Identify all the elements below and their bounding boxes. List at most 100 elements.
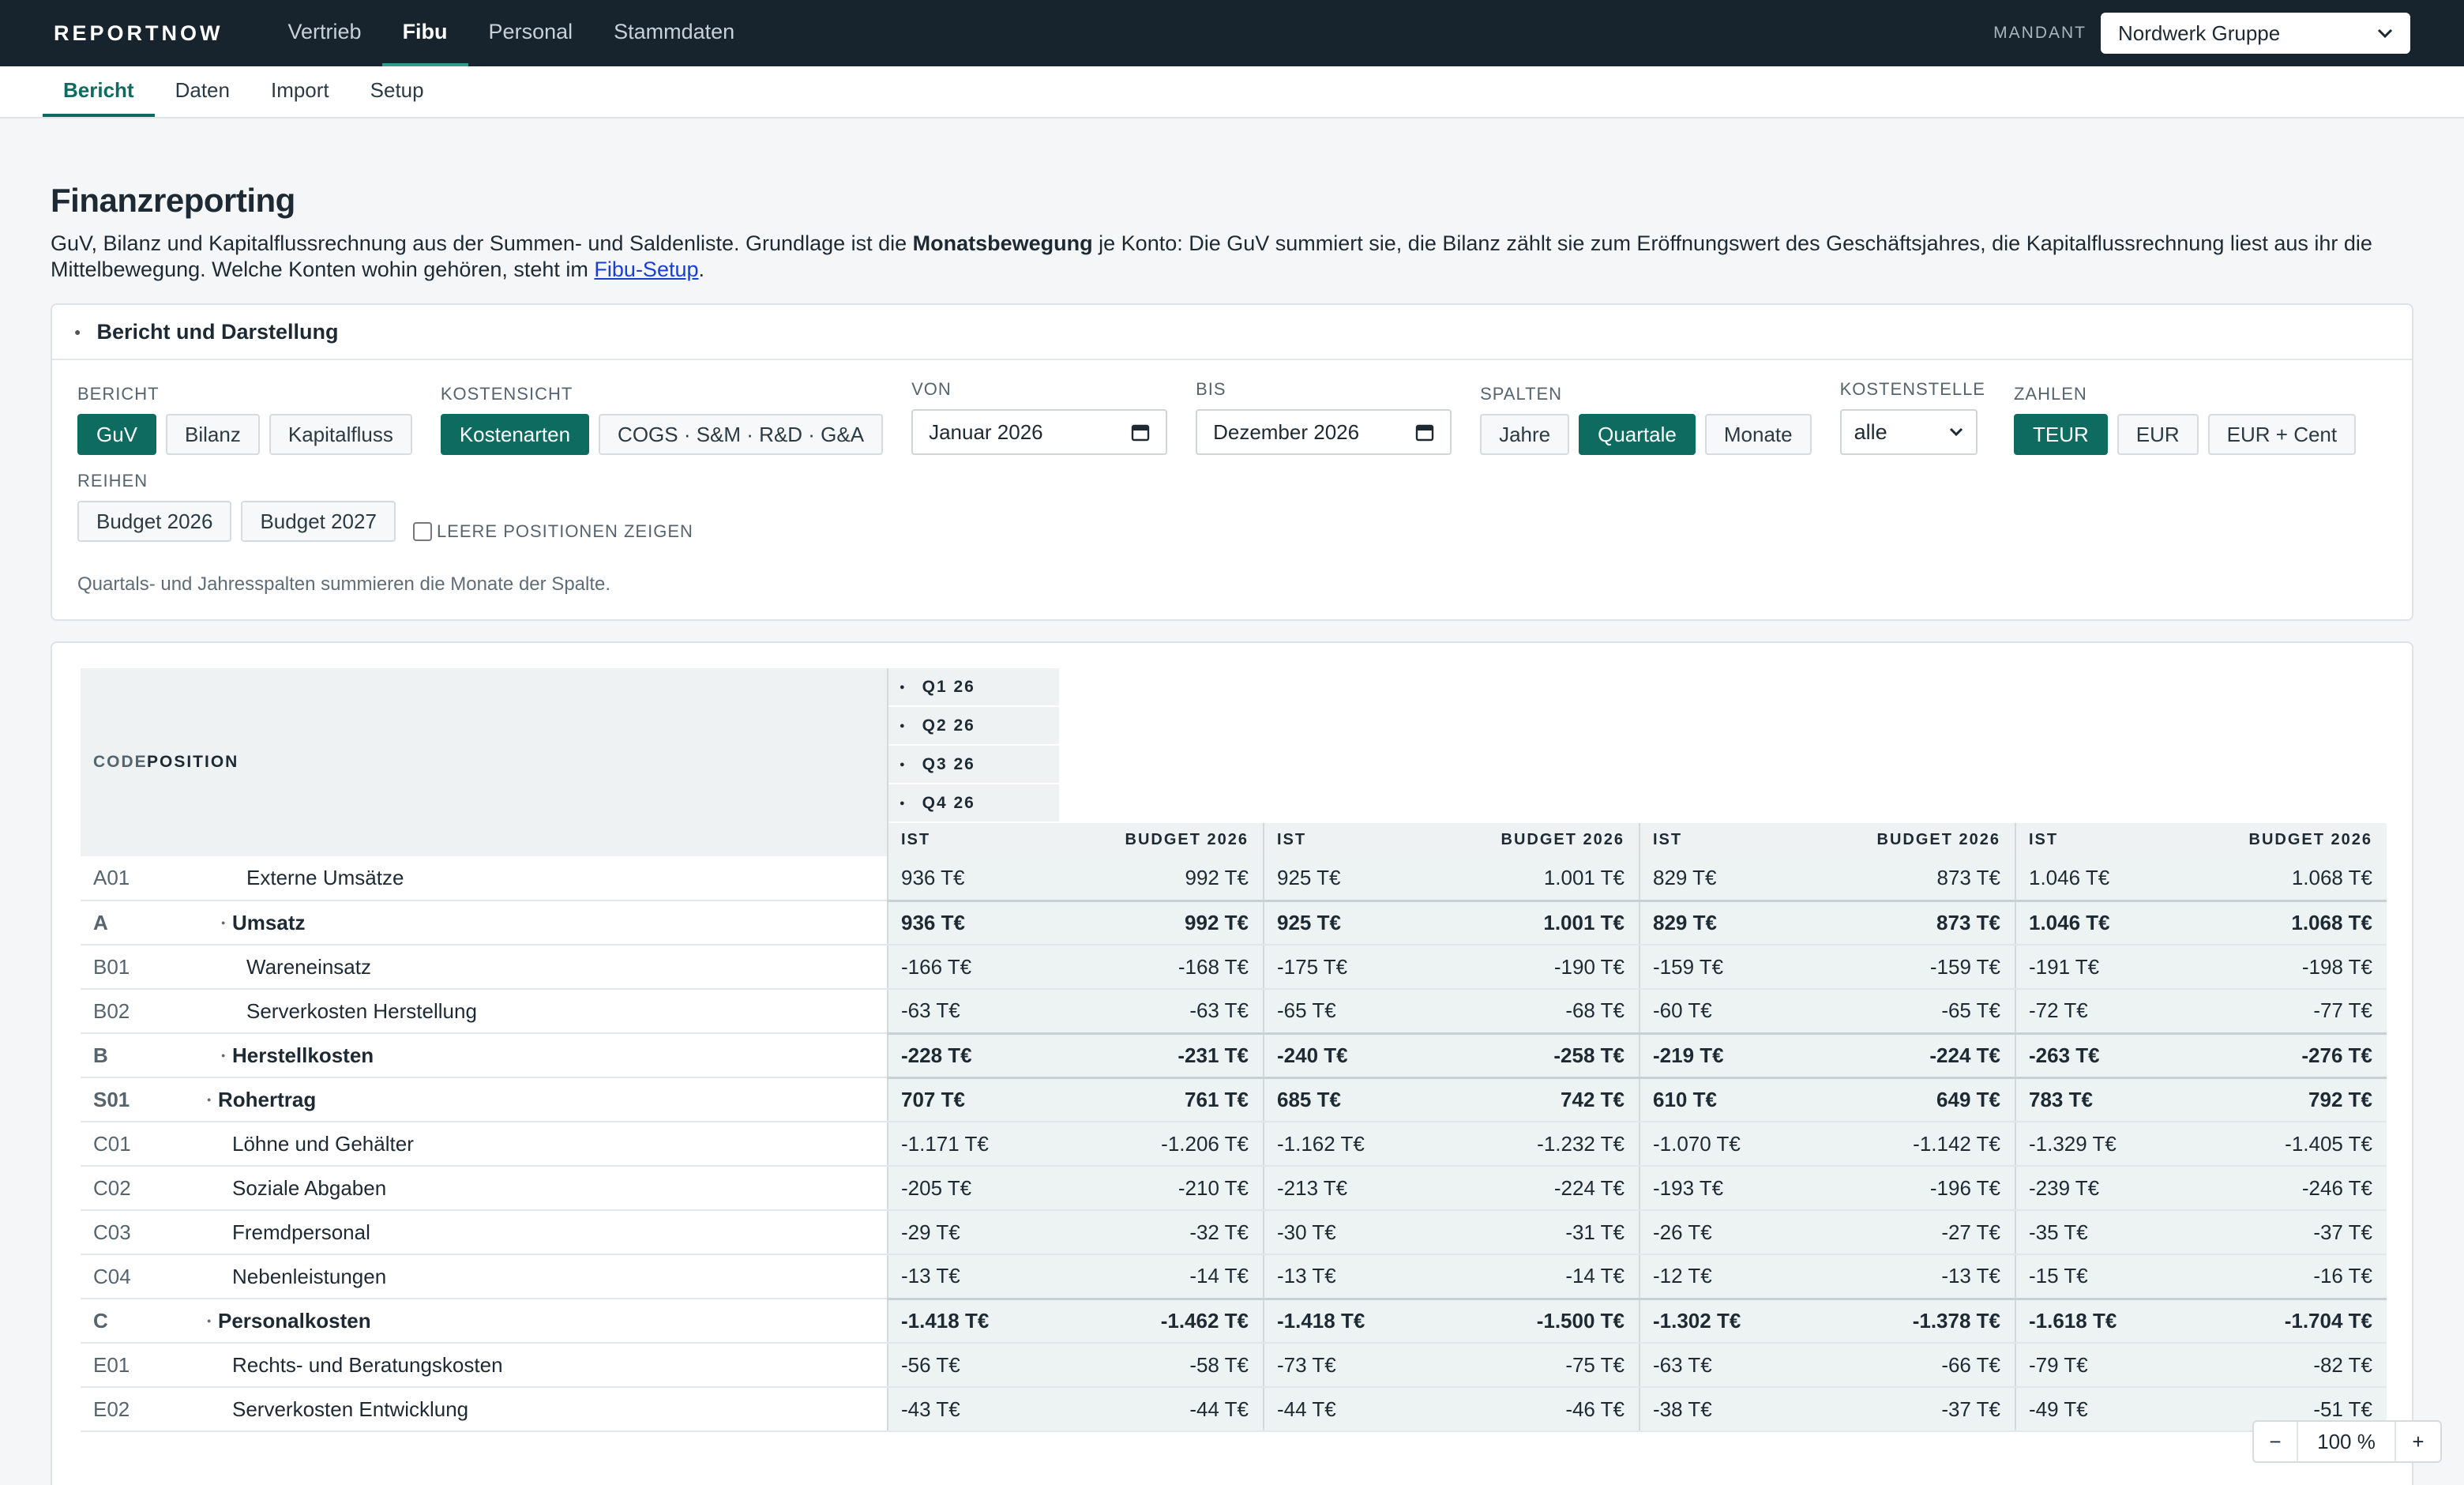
table-row[interactable]: E02 Serverkosten Entwicklung -43 T€ -44 T€ -… (81, 1387, 2387, 1432)
row-position: ● Herstellkosten (147, 1033, 888, 1078)
ist-value: -79 T€ (2015, 1343, 2186, 1388)
table-row[interactable]: B02 Serverkosten Herstellung -63 T€ -63 T€ -… (81, 989, 2387, 1034)
bis-month-input[interactable]: Dezember 2026 (1196, 409, 1452, 455)
filter-bis: BIS Dezember 2026 (1196, 379, 1452, 455)
chevron-down-icon (2377, 28, 2393, 39)
collapse-icon[interactable]: ● (207, 1096, 211, 1103)
calendar-icon[interactable] (1415, 423, 1434, 442)
table-row[interactable]: C ● Personalkosten -1.418 T€ -1.462 T€ -1.418… (81, 1297, 2387, 1344)
spalten-label: SPALTEN (1480, 384, 1563, 404)
row-code: C02 (81, 1166, 147, 1211)
col-code-header[interactable]: CODE (81, 668, 147, 856)
table-row[interactable]: A01 Externe Umsätze 936 T€ 992 T€ 925 T€ 1.00… (81, 856, 2387, 901)
quarter-header-q2[interactable]: ● Q2 26 (888, 707, 1059, 746)
table-row[interactable]: E01 Rechts- und Beratungskosten -56 T€ -58 … (81, 1343, 2387, 1388)
ist-value: -239 T€ (2015, 1166, 2186, 1211)
collapse-icon[interactable]: ● (74, 325, 81, 338)
von-value: Januar 2026 (929, 419, 1043, 444)
ist-value: -38 T€ (1639, 1387, 1810, 1432)
topnav-fibu[interactable]: Fibu (381, 0, 468, 66)
subnav-daten[interactable]: Daten (155, 66, 250, 117)
ist-value: 925 T€ (1263, 899, 1434, 946)
header-spacer (1264, 668, 2387, 823)
quarter-header-q4[interactable]: ● Q4 26 (888, 784, 1059, 823)
collapse-icon[interactable]: ● (207, 1317, 211, 1325)
budget-value: -1.142 T€ (1810, 1122, 2015, 1167)
row-label: Personalkosten (218, 1308, 371, 1333)
budget-value: -231 T€ (1058, 1032, 1264, 1078)
zahlen-eur-cent-button[interactable]: EUR + Cent (2207, 414, 2357, 455)
col-position-header[interactable]: POSITION (147, 668, 888, 856)
budget-value: -31 T€ (1434, 1210, 1640, 1255)
spalten-monate-button[interactable]: Monate (1704, 414, 1812, 455)
ist-value: -213 T€ (1263, 1166, 1434, 1211)
zahlen-teur-button[interactable]: TEUR (2013, 414, 2108, 455)
kostenarten-button[interactable]: Kostenarten (440, 414, 590, 455)
top-bar: REPORTNOW Vertrieb Fibu Personal Stammda… (0, 0, 2464, 66)
leere-positionen-checkbox[interactable]: LEERE POSITIONEN ZEIGEN (412, 521, 693, 542)
mandant-selector: MANDANT Nordwerk Gruppe (1993, 13, 2410, 54)
filter-von: VON Januar 2026 (911, 379, 1168, 455)
table-row[interactable]: S01 ● Rohertrag 707 T€ 761 T€ 685 T€ 742 T€ 610… (81, 1076, 2387, 1122)
budget-value: 992 T€ (1058, 856, 1264, 901)
quarter-header-q3[interactable]: ● Q3 26 (888, 746, 1059, 784)
bericht-kapitalfluss-button[interactable]: Kapitalfluss (269, 414, 412, 455)
funktionskosten-button[interactable]: COGS · S&M · R&D · G&A (599, 414, 884, 455)
budget-value: -1.405 T€ (2186, 1122, 2387, 1167)
reihen-budget-2026-button[interactable]: Budget 2026 (77, 501, 232, 542)
reihen-budget-2027-button[interactable]: Budget 2027 (241, 501, 396, 542)
ist-value: -43 T€ (887, 1387, 1058, 1432)
zahlen-eur-button[interactable]: EUR (2117, 414, 2199, 455)
von-month-input[interactable]: Januar 2026 (911, 409, 1168, 455)
spalten-quartale-button[interactable]: Quartale (1579, 414, 1696, 455)
zoom-out-button[interactable]: − (2254, 1422, 2298, 1461)
panel-header[interactable]: ● Bericht und Darstellung (52, 305, 2412, 360)
filter-spalten: SPALTEN Jahre Quartale Monate (1480, 384, 1812, 455)
budget-value: -198 T€ (2186, 945, 2387, 990)
quarter-header-q1[interactable]: ● Q1 26 (888, 668, 1059, 707)
row-code: C03 (81, 1210, 147, 1255)
topnav-personal[interactable]: Personal (468, 0, 594, 66)
row-code: E02 (81, 1387, 147, 1432)
budget-value: -1.500 T€ (1434, 1297, 1640, 1344)
desc-part-3: . (698, 258, 705, 281)
table-row[interactable]: B ● Herstellkosten -228 T€ -231 T€ -240 T€ -25… (81, 1032, 2387, 1078)
topnav-stammdaten[interactable]: Stammdaten (593, 0, 755, 66)
spalten-jahre-button[interactable]: Jahre (1480, 414, 1570, 455)
table-row[interactable]: B01 Wareneinsatz -166 T€ -168 T€ -175 T€ -190… (81, 945, 2387, 990)
filter-reihen: REIHEN Budget 2026 Budget 2027 LEERE POS… (77, 471, 2358, 542)
row-code: S01 (81, 1077, 147, 1122)
mandant-select[interactable]: Nordwerk Gruppe (2101, 13, 2410, 54)
calendar-icon[interactable] (1131, 423, 1150, 442)
collapse-icon[interactable]: ● (221, 1051, 225, 1059)
bericht-guv-button[interactable]: GuV (77, 414, 157, 455)
topnav-vertrieb[interactable]: Vertrieb (268, 0, 382, 66)
table-row[interactable]: A ● Umsatz 936 T€ 992 T€ 925 T€ 1.001 T€ 829 T€… (81, 899, 2387, 946)
row-label: Fremdpersonal (232, 1220, 370, 1244)
fibu-setup-link[interactable]: Fibu-Setup (594, 258, 698, 281)
table-row[interactable]: C01 Löhne und Gehälter -1.171 T€ -1.206 T€ -… (81, 1122, 2387, 1167)
brand-logo[interactable]: REPORTNOW (54, 21, 223, 46)
subnav-import[interactable]: Import (250, 66, 350, 117)
row-code: C (81, 1299, 147, 1344)
budget-value: -13 T€ (1810, 1254, 2015, 1299)
subnav-bericht[interactable]: Bericht (43, 66, 155, 117)
row-label: Herstellkosten (232, 1043, 374, 1067)
bericht-bilanz-button[interactable]: Bilanz (166, 414, 260, 455)
table-row[interactable]: C04 Nebenleistungen -13 T€ -14 T€ -13 T€ -14 … (81, 1254, 2387, 1299)
subnav-setup[interactable]: Setup (350, 66, 445, 117)
table-row[interactable]: C02 Soziale Abgaben -205 T€ -210 T€ -213 T€ -… (81, 1166, 2387, 1211)
collapse-icon[interactable]: ● (221, 919, 225, 927)
kostenstelle-select[interactable]: alle (1839, 409, 1978, 455)
report-settings-panel: ● Bericht und Darstellung BERICHT GuV Bi… (51, 303, 2413, 621)
row-position: Soziale Abgaben (147, 1166, 888, 1211)
ist-value: -263 T€ (2015, 1032, 2186, 1078)
row-position: ● Personalkosten (147, 1299, 888, 1344)
zoom-in-button[interactable]: + (2396, 1422, 2440, 1461)
table-row[interactable]: C03 Fremdpersonal -29 T€ -32 T€ -30 T€ -31 T€… (81, 1210, 2387, 1255)
budget-value: 1.001 T€ (1434, 856, 1640, 901)
budget-value: -168 T€ (1058, 945, 1264, 990)
checkbox-box[interactable] (412, 522, 432, 541)
budget-value: -246 T€ (2186, 1166, 2387, 1211)
ist-value: -240 T€ (1263, 1032, 1434, 1078)
